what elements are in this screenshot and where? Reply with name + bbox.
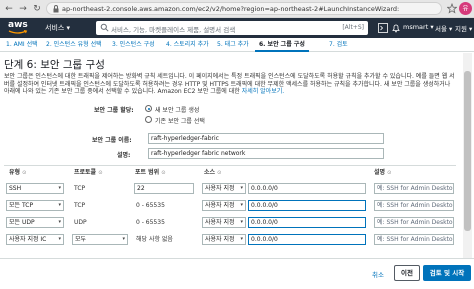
- previous-button[interactable]: 이전: [394, 265, 420, 281]
- header-source: 소스 ⊙: [204, 169, 222, 176]
- type-select[interactable]: 사용자 지정 IC ▾: [6, 234, 64, 245]
- scrollbar-thumb[interactable]: [464, 71, 471, 231]
- bell-icon[interactable]: [391, 23, 401, 33]
- radio-new-group[interactable]: [145, 105, 152, 112]
- rule-description-input[interactable]: 예: SSH for Admin Desktop: [374, 183, 454, 194]
- step-description: 보안 그룹은 인스턴스에 대한 트래픽을 제어하는 방화벽 규칙 세트입니다. …: [4, 73, 455, 96]
- type-select[interactable]: 모든 UDP ▾: [6, 217, 64, 228]
- forward-icon[interactable]: →: [17, 3, 29, 15]
- header-port: 포트 범위 ⊙: [135, 169, 166, 176]
- search-icon: [100, 23, 109, 32]
- aws-logo[interactable]: aws: [8, 20, 30, 35]
- search-shortcut: [Alt+S]: [342, 24, 364, 31]
- protocol-select[interactable]: 모두 ▾: [72, 234, 128, 245]
- tab-instance-type[interactable]: 2. 인스턴스 유형 선택: [42, 38, 106, 52]
- cidr-input[interactable]: 0.0.0.0/0: [248, 234, 366, 245]
- learn-more-link[interactable]: 자세히 알아보기.: [242, 88, 284, 95]
- review-and-launch-button[interactable]: 검토 및 시작: [423, 265, 471, 281]
- wizard-footer: 취소 이전 검토 및 시작: [0, 258, 474, 289]
- type-select[interactable]: 모든 TCP ▾: [6, 200, 64, 211]
- table-row: 모든 UDP ▾ UDP 0 - 65535 사용자 지정 ▾ 0.0.0.0/0 …: [4, 214, 456, 231]
- address-bar[interactable]: ap-northeast-2.console.aws.amazon.com/ec…: [46, 2, 442, 15]
- tab-review[interactable]: 7. 검토: [325, 38, 352, 52]
- port-value: 0 - 65535: [136, 202, 165, 209]
- protocol-value: UDP: [74, 219, 87, 226]
- lock-icon: [53, 5, 59, 13]
- cancel-button[interactable]: 취소: [372, 269, 384, 279]
- profile-avatar[interactable]: 유: [459, 2, 472, 15]
- type-select[interactable]: SSH ▾: [6, 183, 64, 194]
- header-protocol: 프로토콜 ⊙: [74, 169, 103, 176]
- header-type: 유형 ⊙: [9, 169, 27, 176]
- security-group-name-input[interactable]: raft-hyperledger-fabric: [148, 133, 384, 144]
- tab-security-group[interactable]: 6. 보안 그룹 구성: [255, 38, 309, 52]
- description-label: 설명:: [117, 152, 131, 159]
- radio-existing-group[interactable]: [145, 116, 152, 123]
- cidr-input[interactable]: 0.0.0.0/0: [248, 217, 366, 228]
- source-select[interactable]: 사용자 지정 ▾: [202, 234, 246, 245]
- browser-toolbar: ← → ↻ ap-northeast-2.console.aws.amazon.…: [0, 0, 474, 18]
- rule-description-input[interactable]: 예: SSH for Admin Desktop: [374, 234, 454, 245]
- services-menu[interactable]: 서비스 ▾: [45, 23, 70, 33]
- port-value: 0 - 65535: [136, 219, 165, 226]
- wizard-steps: 1. AMI 선택 2. 인스턴스 유형 선택 3. 인스턴스 구성 4. 스토…: [0, 38, 474, 52]
- tab-instance-config[interactable]: 3. 인스턴스 구성: [108, 38, 159, 52]
- main-content: 단계 6: 보안 그룹 구성 보안 그룹은 인스턴스에 대한 트래픽을 제어하는…: [0, 53, 474, 258]
- account-menu[interactable]: msmart ▾: [403, 23, 434, 31]
- port-input[interactable]: 22: [134, 183, 194, 194]
- table-row: SSH ▾ TCP 22 사용자 지정 ▾ 0.0.0.0/0 예: SSH for…: [4, 180, 456, 197]
- star-icon[interactable]: [447, 2, 457, 15]
- url-text: ap-northeast-2.console.aws.amazon.com/ec…: [62, 5, 400, 13]
- table-row: 모든 TCP ▾ TCP 0 - 65535 사용자 지정 ▾ 0.0.0.0/0 …: [4, 197, 456, 214]
- name-label: 보안 그룹 이름:: [92, 137, 132, 144]
- source-select[interactable]: 사용자 지정 ▾: [202, 217, 246, 228]
- radio-existing-label: 기존 보안 그룹 선택: [155, 118, 205, 125]
- console-search-input[interactable]: 서비스, 기능, 마켓플레이스 제품, 설명서 검색 [Alt+S]: [96, 21, 368, 35]
- cidr-input[interactable]: 0.0.0.0/0: [248, 183, 366, 194]
- table-row: 사용자 지정 IC ▾ 모두 ▾ 해당 사항 없음 사용자 지정 ▾ 0.0.0.0/…: [4, 231, 456, 248]
- aws-top-nav: aws 서비스 ▾ 서비스, 기능, 마켓플레이스 제품, 설명서 검색 [Al…: [0, 18, 474, 38]
- port-value: 해당 사항 없음: [136, 236, 173, 243]
- region-menu[interactable]: 서울 ▾: [435, 23, 452, 33]
- rule-description-input[interactable]: 예: SSH for Admin Desktop: [374, 217, 454, 228]
- tab-storage[interactable]: 4. 스토리지 추가: [162, 38, 213, 52]
- tab-tags[interactable]: 5. 태그 추가: [213, 38, 253, 52]
- support-menu[interactable]: 지원 ▾: [455, 23, 472, 33]
- source-select[interactable]: 사용자 지정 ▾: [202, 183, 246, 194]
- tab-ami[interactable]: 1. AMI 선택: [2, 38, 42, 52]
- vertical-scrollbar[interactable]: [463, 53, 472, 258]
- cloudshell-icon[interactable]: [378, 23, 388, 33]
- protocol-value: TCP: [74, 202, 86, 209]
- protocol-value: TCP: [74, 185, 86, 192]
- reload-icon[interactable]: ↻: [31, 3, 43, 15]
- rule-description-input[interactable]: 예: SSH for Admin Desktop: [374, 200, 454, 211]
- assign-label: 보안 그룹 할당:: [94, 107, 134, 114]
- header-description: 설명 ⊙: [374, 169, 392, 176]
- search-placeholder: 서비스, 기능, 마켓플레이스 제품, 설명서 검색: [111, 26, 236, 34]
- radio-new-label: 새 보안 그룹 생성: [155, 107, 200, 114]
- aws-smile-icon: [8, 30, 28, 34]
- inbound-rules-table: 유형 ⊙ 프로토콜 ⊙ 포트 범위 ⊙ 소스 ⊙ 설명 ⊙ SSH ▾ TCP 2…: [4, 165, 456, 258]
- cidr-input[interactable]: 0.0.0.0/0: [248, 200, 366, 211]
- security-group-description-input[interactable]: raft-hyperledger fabric network: [148, 148, 384, 159]
- source-select[interactable]: 사용자 지정 ▾: [202, 200, 246, 211]
- back-icon[interactable]: ←: [3, 3, 15, 15]
- page-title: 단계 6: 보안 그룹 구성: [4, 59, 105, 71]
